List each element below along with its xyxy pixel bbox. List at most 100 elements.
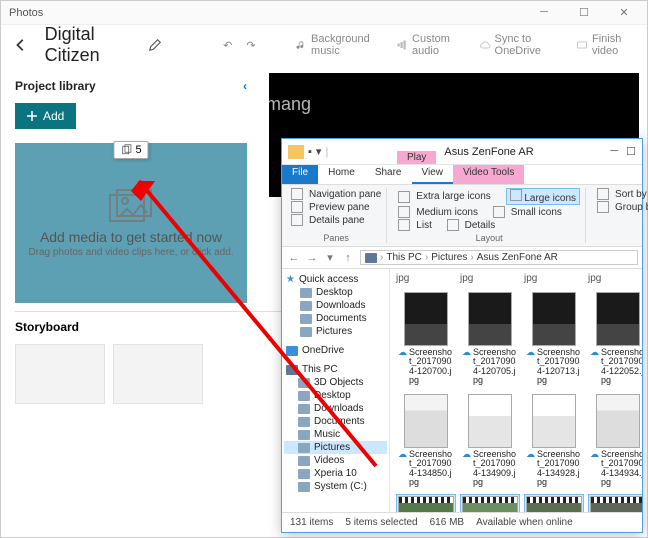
group-label-panes: Panes	[291, 233, 381, 243]
layout-sm[interactable]	[493, 206, 505, 218]
add-label: Add	[43, 109, 64, 123]
column-header[interactable]: jpg	[524, 273, 584, 286]
path-seg-pc[interactable]: This PC	[386, 252, 422, 263]
column-header[interactable]: jpg	[460, 273, 520, 286]
file-item-selected[interactable]: ☁V_20170829_173320_SM.mp4	[396, 494, 456, 513]
dropzone-title: Add media to get started now	[40, 229, 222, 245]
undo-button[interactable]: ↶	[223, 39, 232, 52]
nav-xperia[interactable]: Xperia 10	[284, 467, 387, 480]
maximize-button[interactable]: ☐	[626, 145, 636, 158]
storyboard-slot[interactable]	[113, 344, 203, 404]
group-label-layout: Layout	[398, 233, 580, 243]
qat-button[interactable]: ▪	[308, 146, 312, 158]
thumbnail	[532, 292, 576, 346]
window-controls: ─ ☐ ✕	[529, 6, 639, 19]
media-dropzone[interactable]: 5 Add media to get started now Drag phot…	[15, 143, 247, 303]
path-input[interactable]: › This PC › Pictures › Asus ZenFone AR	[360, 250, 638, 265]
back-button[interactable]	[11, 33, 31, 57]
nav-desktop[interactable]: Desktop	[284, 286, 387, 299]
pencil-icon	[148, 38, 162, 52]
column-header[interactable]: jpg	[396, 273, 456, 286]
file-item-selected[interactable]: ☁V_20170831_155837_vHDR_Auto.mp4	[524, 494, 584, 513]
path-seg-folder[interactable]: Asus ZenFone AR	[477, 252, 558, 263]
tab-video-tools[interactable]: Video Tools	[453, 165, 524, 184]
nav-desktop-2[interactable]: Desktop	[284, 389, 387, 402]
close-button[interactable]: ✕	[609, 6, 639, 19]
add-media-button[interactable]: Add	[15, 103, 76, 129]
nav-3d-objects[interactable]: 3D Objects	[284, 376, 387, 389]
file-item[interactable]: ☁Screenshot_20170904-134928.jpg	[524, 392, 584, 490]
tab-file[interactable]: File	[282, 165, 318, 184]
tab-home[interactable]: Home	[318, 165, 365, 184]
tab-view[interactable]: View	[412, 165, 454, 184]
sync-button[interactable]: Sync to OneDrive	[479, 33, 562, 57]
layout-list[interactable]	[398, 219, 410, 231]
nav-pictures-2[interactable]: Pictures	[284, 441, 387, 454]
explorer-body: ★Quick access Desktop Downloads Document…	[282, 269, 642, 512]
nav-up-button[interactable]: ↑	[340, 252, 356, 264]
nav-pictures[interactable]: Pictures	[284, 325, 387, 338]
sort-by-button[interactable]: Sort by	[597, 188, 648, 200]
file-item[interactable]: ☁Screenshot_20170904-120705.jpg	[460, 290, 520, 388]
layout-md[interactable]	[398, 206, 410, 218]
minimize-button[interactable]: ─	[610, 145, 618, 158]
group-by-button[interactable]: Group by ▾	[597, 201, 648, 213]
nav-downloads-2[interactable]: Downloads	[284, 402, 387, 415]
column-header[interactable]: jpg	[588, 273, 642, 286]
nav-quick-access[interactable]: ★Quick access	[284, 273, 387, 286]
file-item[interactable]: ☁Screenshot_20170904-120713.jpg	[524, 290, 584, 388]
nav-onedrive[interactable]: OneDrive	[284, 344, 387, 357]
thumbnail	[596, 292, 640, 346]
drag-count: 5	[135, 144, 141, 156]
cloud-status-icon: ☁	[398, 450, 407, 488]
layout-xl-label[interactable]: Extra large icons	[416, 191, 490, 202]
details-pane-button[interactable]: Details pane	[291, 214, 381, 226]
nav-videos[interactable]: Videos	[284, 454, 387, 467]
layout-sm-label[interactable]: Small icons	[511, 207, 562, 218]
layout-md-label[interactable]: Medium icons	[416, 207, 478, 218]
nav-documents[interactable]: Documents	[284, 312, 387, 325]
file-item-selected[interactable]: ☁V_20170831_160947_vHDR_Auto.mp4	[588, 494, 642, 513]
finish-video-button[interactable]: Finish video	[576, 33, 637, 57]
nav-back-button[interactable]: ←	[286, 252, 302, 264]
nav-recent-button[interactable]: ▾	[322, 251, 338, 264]
preview-pane-button[interactable]: Preview pane	[291, 201, 381, 213]
custom-audio-button[interactable]: Custom audio	[396, 33, 465, 57]
navigation-pane-button[interactable]: Navigation pane	[291, 188, 381, 200]
layout-large[interactable]: Large icons	[506, 188, 580, 205]
nav-system-c[interactable]: System (C:)	[284, 480, 387, 493]
background-music-button[interactable]: Background music	[295, 33, 382, 57]
file-item[interactable]: ☁Screenshot_20170904-134934.jpg	[588, 392, 642, 490]
nav-this-pc[interactable]: This PC	[284, 363, 387, 376]
ribbon-group-panes: Navigation pane Preview pane Details pan…	[286, 188, 387, 243]
thumbnail	[404, 394, 448, 448]
nav-music[interactable]: Music	[284, 428, 387, 441]
redo-button[interactable]: ↷	[246, 39, 255, 52]
maximize-button[interactable]: ☐	[569, 6, 599, 19]
library-heading-label: Project library	[15, 79, 96, 93]
path-seg-pictures[interactable]: Pictures	[431, 252, 467, 263]
file-item[interactable]: ☁Screenshot_20170904-134909.jpg	[460, 392, 520, 490]
nav-documents-2[interactable]: Documents	[284, 415, 387, 428]
file-item[interactable]: ☁Screenshot_20170904-122052.jpg	[588, 290, 642, 388]
cloud-status-icon: ☁	[398, 348, 407, 386]
cloud-status-icon: ☁	[526, 348, 535, 386]
file-item[interactable]: ☁Screenshot_20170904-134850.jpg	[396, 392, 456, 490]
rename-button[interactable]	[148, 38, 162, 52]
tab-share[interactable]: Share	[365, 165, 412, 184]
minimize-button[interactable]: ─	[529, 6, 559, 19]
layout-details[interactable]	[447, 219, 459, 231]
contextual-tab-label: Play	[397, 151, 436, 164]
layout-details-label[interactable]: Details	[465, 220, 496, 231]
layout-xl[interactable]	[398, 191, 410, 203]
qat-button[interactable]: ▾	[316, 145, 322, 158]
layout-list-label[interactable]: List	[416, 220, 432, 231]
file-item-selected[interactable]: ☁V_20170829_174436_SM.mp4	[460, 494, 520, 513]
nav-downloads[interactable]: Downloads	[284, 299, 387, 312]
storyboard-slot[interactable]	[15, 344, 105, 404]
file-item[interactable]: ☁Screenshot_20170904-120700.jpg	[396, 290, 456, 388]
collapse-library-button[interactable]: ‹	[243, 79, 247, 93]
app-name: Photos	[9, 7, 43, 19]
file-name: Screenshot_20170904-122052.jpg	[601, 348, 642, 386]
nav-forward-button[interactable]: →	[304, 252, 320, 264]
